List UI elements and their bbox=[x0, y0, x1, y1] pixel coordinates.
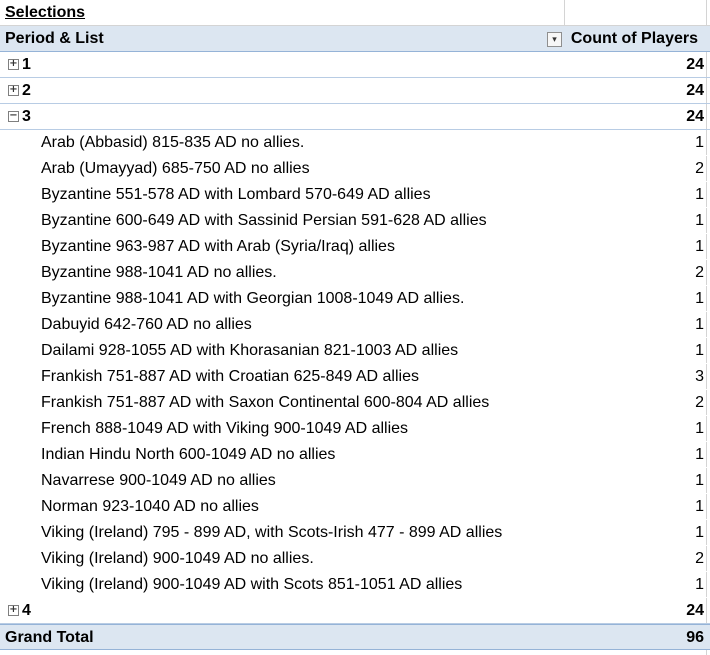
item-label: Byzantine 600-649 AD with Sassinid Persi… bbox=[41, 212, 487, 229]
title-row: Selections bbox=[0, 0, 710, 26]
group-count: 24 bbox=[686, 602, 704, 619]
row-label-header[interactable]: Period & List bbox=[5, 26, 104, 51]
pivot-title: Selections bbox=[5, 4, 86, 21]
grand-total-label: Grand Total bbox=[5, 629, 94, 646]
item-count: 1 bbox=[695, 134, 704, 151]
item-label: Viking (Ireland) 900-1049 AD with Scots … bbox=[41, 576, 463, 593]
group-count: 24 bbox=[686, 108, 704, 125]
minus-box-icon[interactable]: − bbox=[8, 111, 19, 123]
item-label: Dabuyid 642-760 AD no allies bbox=[41, 316, 252, 333]
pivot-body: +1 24 +2 24−3 24 Arab (Abbasid) 815-835 AD no… bbox=[0, 52, 710, 624]
group-row-1[interactable]: +1 24 bbox=[0, 52, 710, 78]
list-item[interactable]: Arab (Umayyad) 685-750 AD no allies 2 bbox=[0, 156, 710, 182]
group-row-3[interactable]: −3 24 bbox=[0, 104, 710, 130]
item-count: 1 bbox=[695, 238, 704, 255]
item-count: 1 bbox=[695, 446, 704, 463]
item-count: 1 bbox=[695, 472, 704, 489]
plus-box-icon[interactable]: + bbox=[8, 605, 19, 617]
item-label: Byzantine 963-987 AD with Arab (Syria/Ir… bbox=[41, 238, 395, 255]
group-row-2[interactable]: +2 24 bbox=[0, 78, 710, 104]
list-item[interactable]: Navarrese 900-1049 AD no allies 1 bbox=[0, 468, 710, 494]
item-label: Indian Hindu North 600-1049 AD no allies bbox=[41, 446, 336, 463]
item-count: 1 bbox=[695, 498, 704, 515]
item-label: Norman 923-1040 AD no allies bbox=[41, 498, 259, 515]
item-count: 2 bbox=[695, 160, 704, 177]
item-label: Dailami 928-1055 AD with Khorasanian 821… bbox=[41, 342, 459, 359]
list-item[interactable]: Dailami 928-1055 AD with Khorasanian 821… bbox=[0, 338, 710, 364]
header-row: Period & List ▾ Count of Players bbox=[0, 26, 710, 52]
item-label: Frankish 751-887 AD with Croatian 625-84… bbox=[41, 368, 419, 385]
item-count: 2 bbox=[695, 264, 704, 281]
list-item[interactable]: Frankish 751-887 AD with Saxon Continent… bbox=[0, 390, 710, 416]
grand-total-row: Grand Total 96 bbox=[0, 624, 710, 650]
item-count: 1 bbox=[695, 212, 704, 229]
item-label: Navarrese 900-1049 AD no allies bbox=[41, 472, 276, 489]
item-label: Byzantine 551-578 AD with Lombard 570-64… bbox=[41, 186, 431, 203]
group-label-text: 3 bbox=[22, 108, 31, 125]
group-label: +1 bbox=[8, 52, 31, 77]
item-label: Viking (Ireland) 900-1049 AD no allies. bbox=[41, 550, 314, 567]
group-label-text: 2 bbox=[22, 82, 31, 99]
item-count: 1 bbox=[695, 576, 704, 593]
item-count: 3 bbox=[695, 368, 704, 385]
item-label: Viking (Ireland) 795 - 899 AD, with Scot… bbox=[41, 524, 503, 541]
list-item[interactable]: Norman 923-1040 AD no allies 1 bbox=[0, 494, 710, 520]
item-count: 2 bbox=[695, 550, 704, 567]
list-item[interactable]: Byzantine 988-1041 AD with Georgian 1008… bbox=[0, 286, 710, 312]
list-item[interactable]: Dabuyid 642-760 AD no allies 1 bbox=[0, 312, 710, 338]
item-label: Arab (Umayyad) 685-750 AD no allies bbox=[41, 160, 310, 177]
filter-dropdown-icon[interactable]: ▾ bbox=[547, 32, 562, 47]
group-count: 24 bbox=[686, 56, 704, 73]
list-item[interactable]: Byzantine 963-987 AD with Arab (Syria/Ir… bbox=[0, 234, 710, 260]
list-item[interactable]: Viking (Ireland) 795 - 899 AD, with Scot… bbox=[0, 520, 710, 546]
group-label-text: 1 bbox=[22, 56, 31, 73]
group-label-text: 4 bbox=[22, 602, 31, 619]
list-item[interactable]: Viking (Ireland) 900-1049 AD with Scots … bbox=[0, 572, 710, 598]
group-label: −3 bbox=[8, 104, 31, 129]
grand-total-value: 96 bbox=[686, 629, 704, 646]
list-item[interactable]: Byzantine 551-578 AD with Lombard 570-64… bbox=[0, 182, 710, 208]
item-count: 1 bbox=[695, 524, 704, 541]
plus-box-icon[interactable]: + bbox=[8, 59, 19, 71]
value-header[interactable]: Count of Players bbox=[571, 26, 698, 51]
item-label: Frankish 751-887 AD with Saxon Continent… bbox=[41, 394, 490, 411]
list-item[interactable]: Viking (Ireland) 900-1049 AD no allies. 2 bbox=[0, 546, 710, 572]
item-count: 1 bbox=[695, 186, 704, 203]
list-item[interactable]: Arab (Abbasid) 815-835 AD no allies. 1 bbox=[0, 130, 710, 156]
item-count: 1 bbox=[695, 316, 704, 333]
list-item[interactable]: French 888-1049 AD with Viking 900-1049 … bbox=[0, 416, 710, 442]
item-label: Byzantine 988-1041 AD no allies. bbox=[41, 264, 277, 281]
pivot-table: Selections Period & List ▾ Count of Play… bbox=[0, 0, 710, 655]
item-label: French 888-1049 AD with Viking 900-1049 … bbox=[41, 420, 409, 437]
list-item[interactable]: Byzantine 988-1041 AD no allies. 2 bbox=[0, 260, 710, 286]
plus-box-icon[interactable]: + bbox=[8, 85, 19, 97]
list-item[interactable]: Frankish 751-887 AD with Croatian 625-84… bbox=[0, 364, 710, 390]
item-count: 1 bbox=[695, 342, 704, 359]
group-row-4[interactable]: +4 24 bbox=[0, 598, 710, 624]
list-item[interactable]: Indian Hindu North 600-1049 AD no allies… bbox=[0, 442, 710, 468]
item-count: 1 bbox=[695, 420, 704, 437]
column-divider bbox=[564, 0, 565, 25]
item-label: Byzantine 988-1041 AD with Georgian 1008… bbox=[41, 290, 465, 307]
group-count: 24 bbox=[686, 82, 704, 99]
group-label: +2 bbox=[8, 78, 31, 103]
item-count: 2 bbox=[695, 394, 704, 411]
group-label: +4 bbox=[8, 598, 31, 623]
list-item[interactable]: Byzantine 600-649 AD with Sassinid Persi… bbox=[0, 208, 710, 234]
item-count: 1 bbox=[695, 290, 704, 307]
item-label: Arab (Abbasid) 815-835 AD no allies. bbox=[41, 134, 305, 151]
